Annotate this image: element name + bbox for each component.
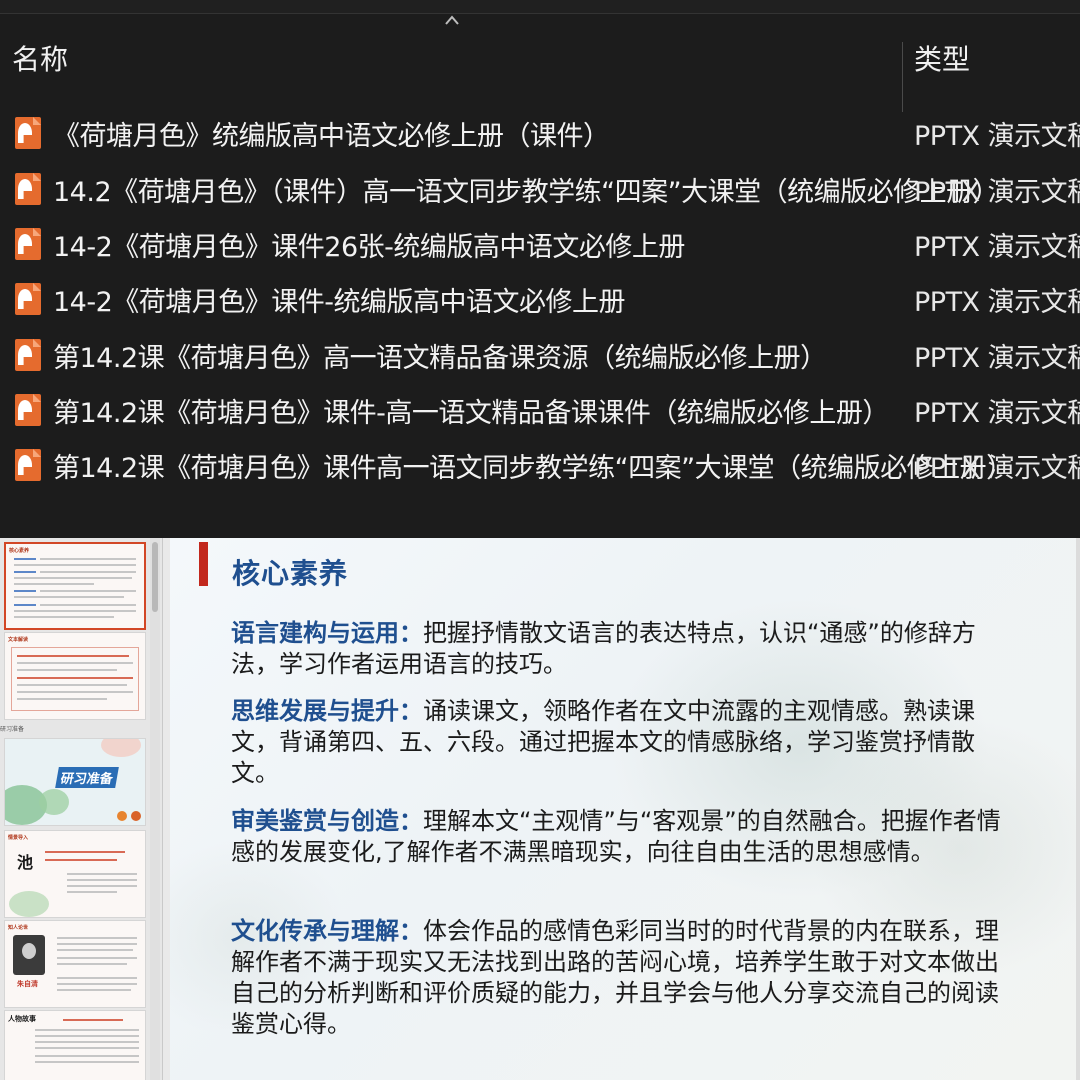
- pptx-file-icon: [15, 394, 41, 426]
- file-type: PPTX 演示文稿: [914, 232, 1080, 263]
- file-type: PPTX 演示文稿: [914, 177, 1080, 208]
- file-name: 14-2《荷塘月色》课件-统编版高中语文必修上册: [53, 287, 626, 318]
- slide-edge: [1076, 538, 1080, 1080]
- file-type: PPTX 演示文稿: [914, 287, 1080, 318]
- file-name: 《荷塘月色》统编版高中语文必修上册（课件）: [53, 121, 610, 152]
- file-type: PPTX 演示文稿: [914, 453, 1080, 484]
- thumbnail-heading: 文本解读: [8, 637, 29, 643]
- competency-term: 文化传承与理解：: [231, 917, 423, 945]
- file-row[interactable]: 14-2《荷塘月色》课件-统编版高中语文必修上册 PPTX 演示文稿: [0, 272, 1080, 328]
- explorer-top-bar: [0, 0, 1080, 14]
- thumbnail-calligraphy: 池: [17, 853, 34, 872]
- file-explorer: 名称 类型 《荷塘月色》统编版高中语文必修上册（课件） PPTX 演示文稿 14…: [0, 0, 1080, 538]
- pptx-file-icon: [15, 449, 41, 481]
- competency-paragraph: 文化传承与理解：体会作品的感情色彩同当时的时代背景的内在联系，理解作者不满于现实…: [231, 916, 1021, 1040]
- slide-thumbnail[interactable]: 情景导入 池: [4, 830, 146, 918]
- competency-term: 审美鉴赏与创造：: [231, 807, 423, 835]
- thumbnail-heading: 核心素养: [9, 548, 30, 554]
- pptx-file-icon: [15, 117, 41, 149]
- file-row[interactable]: 《荷塘月色》统编版高中语文必修上册（课件） PPTX 演示文稿: [0, 106, 1080, 162]
- author-portrait: [13, 935, 45, 975]
- scrollbar-thumb[interactable]: [152, 542, 158, 612]
- slide-thumbnail-pane: 核心素养 文本解读 研习准备 研习准备 情景导入 池 知人论世 朱自清 人物故事: [0, 538, 163, 1080]
- competency-paragraph: 语言建构与运用：把握抒情散文语言的表达特点，认识“通感”的修辞方法，学习作者运用…: [231, 618, 1021, 680]
- presentation-editor: 核心素养 文本解读 研习准备 研习准备 情景导入 池 知人论世 朱自清 人物故事…: [0, 538, 1080, 1080]
- competency-term: 语言建构与运用：: [231, 619, 423, 647]
- slide-thumbnail[interactable]: 知人论世 朱自清: [4, 920, 146, 1008]
- thumbnail-heading: 人物故事: [8, 1015, 36, 1023]
- file-row[interactable]: 14-2《荷塘月色》课件26张-统编版高中语文必修上册 PPTX 演示文稿: [0, 217, 1080, 273]
- file-row[interactable]: 第14.2课《荷塘月色》高一语文精品备课资源（统编版必修上册） PPTX 演示文…: [0, 328, 1080, 384]
- competency-term: 思维发展与提升：: [231, 697, 423, 725]
- thumbnail-heading: 知人论世: [8, 925, 29, 931]
- pptx-file-icon: [15, 283, 41, 315]
- pptx-file-icon: [15, 173, 41, 205]
- slide-canvas[interactable]: 核心素养 语言建构与运用：把握抒情散文语言的表达特点，认识“通感”的修辞方法，学…: [170, 538, 1080, 1080]
- slide-thumbnail[interactable]: 核心素养: [4, 542, 146, 630]
- column-header-name[interactable]: 名称: [12, 38, 68, 78]
- file-type: PPTX 演示文稿: [914, 343, 1080, 374]
- file-row[interactable]: 第14.2课《荷塘月色》课件高一语文同步教学练“四案”大课堂（统编版必修上册） …: [0, 438, 1080, 494]
- column-divider[interactable]: [902, 42, 903, 112]
- pptx-file-icon: [15, 228, 41, 260]
- section-label[interactable]: 研习准备: [0, 724, 24, 733]
- file-row[interactable]: 第14.2课《荷塘月色》课件-高一语文精品备课课件（统编版必修上册） PPTX …: [0, 383, 1080, 439]
- file-row[interactable]: 14.2《荷塘月色》（课件）高一语文同步教学练“四案”大课堂（统编版必修上册） …: [0, 162, 1080, 218]
- file-type: PPTX 演示文稿: [914, 398, 1080, 429]
- slide-thumbnail[interactable]: 研习准备: [4, 738, 146, 826]
- file-name: 第14.2课《荷塘月色》课件高一语文同步教学练“四案”大课堂（统编版必修上册）: [53, 453, 1013, 484]
- file-name: 14.2《荷塘月色》（课件）高一语文同步教学练“四案”大课堂（统编版必修上册）: [53, 177, 1000, 208]
- thumbnail-scrollbar[interactable]: [150, 538, 160, 1080]
- competency-paragraph: 审美鉴赏与创造：理解本文“主观情”与“客观景”的自然融合。把握作者情感的发展变化…: [231, 806, 1021, 868]
- pptx-file-icon: [15, 339, 41, 371]
- title-accent-bar: [199, 542, 208, 586]
- slide-thumbnail[interactable]: 人物故事: [4, 1010, 146, 1080]
- slide-title: 核心素养: [232, 557, 349, 590]
- file-name: 第14.2课《荷塘月色》课件-高一语文精品备课课件（统编版必修上册）: [53, 398, 889, 429]
- competency-paragraph: 思维发展与提升：诵读课文，领略作者在文中流露的主观情感。熟读课文，背诵第四、五、…: [231, 696, 1021, 789]
- file-type: PPTX 演示文稿: [914, 121, 1080, 152]
- thumbnail-title: 研习准备: [55, 767, 119, 788]
- file-name: 14-2《荷塘月色》课件26张-统编版高中语文必修上册: [53, 232, 685, 263]
- thumbnail-author-name: 朱自清: [17, 980, 38, 988]
- thumbnail-heading: 情景导入: [8, 835, 29, 841]
- file-name: 第14.2课《荷塘月色》高一语文精品备课资源（统编版必修上册）: [53, 343, 827, 374]
- column-header-type[interactable]: 类型: [914, 38, 970, 78]
- column-header-row: 名称 类型: [0, 24, 1080, 112]
- slide-thumbnail[interactable]: 文本解读: [4, 632, 146, 720]
